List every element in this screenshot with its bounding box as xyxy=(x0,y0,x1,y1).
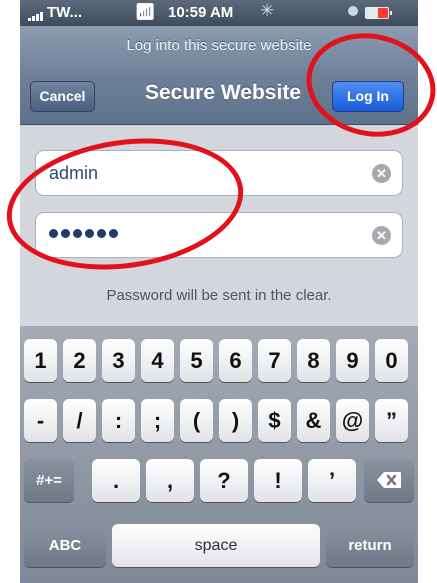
password-dot xyxy=(85,229,94,238)
key-2[interactable]: 2 xyxy=(63,339,96,382)
password-dot xyxy=(97,229,106,238)
login-prompt: Log into this secure website xyxy=(126,37,312,54)
space-key[interactable]: space xyxy=(112,524,320,567)
more-symbols-key[interactable]: #+= xyxy=(24,459,74,502)
username-value: admin xyxy=(49,163,99,183)
key-question[interactable]: ? xyxy=(200,459,248,502)
status-time: 10:59 AM xyxy=(168,4,234,21)
login-button[interactable]: Log In xyxy=(332,81,404,112)
key-hyphen[interactable]: - xyxy=(24,399,57,442)
page-title: Secure Website xyxy=(144,81,301,104)
backspace-icon xyxy=(377,472,401,488)
key-open-paren[interactable]: ( xyxy=(180,399,213,442)
status-bar: TW... 📶︎ 10:59 AM ✳ xyxy=(20,0,418,26)
key-8[interactable]: 8 xyxy=(297,339,330,382)
key-ampersand[interactable]: & xyxy=(297,399,330,442)
spinner-icon: ✳ xyxy=(260,1,275,20)
password-dot xyxy=(109,229,118,238)
key-4[interactable]: 4 xyxy=(141,339,174,382)
key-9[interactable]: 9 xyxy=(336,339,369,382)
key-exclamation[interactable]: ! xyxy=(254,459,302,502)
password-dot xyxy=(61,229,70,238)
orientation-lock-icon xyxy=(348,6,358,16)
key-1[interactable]: 1 xyxy=(24,339,57,382)
password-dot xyxy=(73,229,82,238)
backspace-key[interactable] xyxy=(364,459,414,502)
key-6[interactable]: 6 xyxy=(219,339,252,382)
carrier-indicator: TW... xyxy=(28,4,82,21)
password-dot xyxy=(49,229,58,238)
carrier-name: TW... xyxy=(47,4,82,21)
password-mask xyxy=(49,229,118,238)
key-semicolon[interactable]: ; xyxy=(141,399,174,442)
key-7[interactable]: 7 xyxy=(258,339,291,382)
key-colon[interactable]: : xyxy=(102,399,135,442)
key-period[interactable]: . xyxy=(92,459,140,502)
return-key[interactable]: return xyxy=(326,524,414,567)
clear-icon[interactable]: ✕ xyxy=(372,164,391,183)
key-0[interactable]: 0 xyxy=(375,339,408,382)
key-apostrophe[interactable]: ’ xyxy=(308,459,356,502)
battery-icon xyxy=(365,7,392,19)
key-slash[interactable]: / xyxy=(63,399,96,442)
abc-key[interactable]: ABC xyxy=(24,524,106,567)
phone-screen: TW... 📶︎ 10:59 AM ✳ Log into this secure… xyxy=(20,0,418,583)
key-at[interactable]: @ xyxy=(336,399,369,442)
navigation-bar: Log into this secure website Cancel Secu… xyxy=(20,26,418,125)
key-quote[interactable]: ” xyxy=(375,399,408,442)
password-field[interactable]: ✕ xyxy=(35,212,403,258)
key-dollar[interactable]: $ xyxy=(258,399,291,442)
clear-icon[interactable]: ✕ xyxy=(372,226,391,245)
wifi-icon: 📶︎ xyxy=(135,4,156,21)
key-5[interactable]: 5 xyxy=(180,339,213,382)
cancel-button[interactable]: Cancel xyxy=(30,81,95,112)
key-3[interactable]: 3 xyxy=(102,339,135,382)
security-notice: Password will be sent in the clear. xyxy=(106,287,332,304)
username-field[interactable]: admin ✕ xyxy=(35,150,403,196)
key-comma[interactable]: , xyxy=(146,459,194,502)
key-close-paren[interactable]: ) xyxy=(219,399,252,442)
signal-icon xyxy=(28,9,43,21)
keyboard: 1 2 3 4 5 6 7 8 9 0 - / : ; ( ) $ & @ ” … xyxy=(20,326,418,583)
